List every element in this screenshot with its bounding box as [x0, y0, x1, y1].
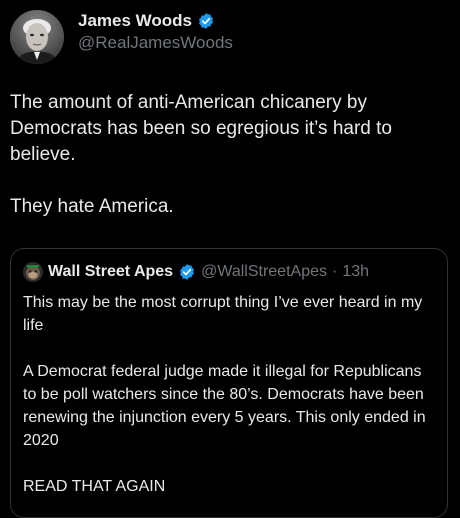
quoted-tweet-text: This may be the most corrupt thing I’ve …	[23, 291, 437, 498]
quoted-tweet-paragraph: This may be the most corrupt thing I’ve …	[23, 294, 427, 334]
author-handle[interactable]: @RealJamesWoods	[78, 33, 233, 53]
avatar-photo-icon	[10, 10, 64, 64]
quoted-author-avatar[interactable]	[23, 262, 43, 282]
author-name[interactable]: James Woods	[78, 11, 192, 31]
quoted-tweet-timestamp[interactable]: 13h	[342, 263, 369, 281]
ape-avatar-icon	[23, 262, 43, 282]
verified-badge-icon[interactable]	[197, 12, 215, 30]
verified-badge-icon[interactable]	[178, 263, 196, 281]
author-name-row: James Woods	[78, 10, 215, 32]
quoted-tweet-card[interactable]: Wall Street Apes @WallStreetApes · 13h Thi…	[10, 248, 448, 518]
tweet-paragraph: The amount of anti-American chicanery by…	[10, 92, 398, 165]
tweet[interactable]: James Woods @RealJamesWoods The amount o…	[0, 0, 460, 518]
quoted-tweet-paragraph: READ THAT AGAIN	[23, 478, 166, 495]
quoted-tweet-paragraph: A Democrat federal judge made it illegal…	[23, 363, 431, 449]
author-avatar[interactable]	[10, 10, 64, 64]
quoted-author-handle[interactable]: @WallStreetApes	[201, 263, 327, 281]
tweet-paragraph: They hate America.	[10, 196, 174, 217]
quoted-author-name[interactable]: Wall Street Apes	[48, 263, 173, 281]
tweet-text: The amount of anti-American chicanery by…	[10, 90, 450, 220]
quoted-tweet-header: Wall Street Apes @WallStreetApes · 13h	[23, 261, 369, 283]
separator-dot: ·	[332, 263, 338, 280]
